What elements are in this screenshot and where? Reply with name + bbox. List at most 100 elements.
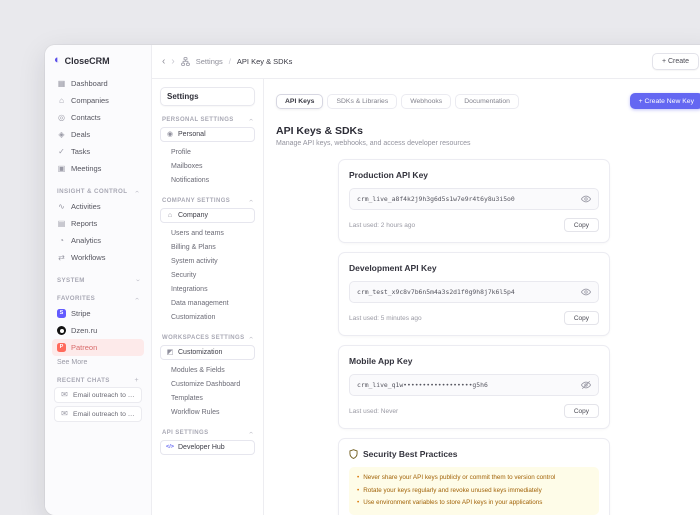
eye-icon[interactable] — [581, 194, 591, 204]
section-label: INSIGHT & CONTROL — [57, 188, 127, 195]
tab-documentation[interactable]: Documentation — [455, 94, 519, 109]
section-label: SYSTEM — [57, 277, 85, 284]
create-new-key-button[interactable]: + Create New Key — [630, 93, 700, 109]
chevron-up-icon: › — [248, 431, 255, 434]
breadcrumb-settings[interactable]: Settings — [196, 57, 223, 66]
add-chat-icon[interactable]: + — [135, 377, 140, 384]
api-key-cards: Production API Key crm_live_a8f4k2j9h3g6… — [338, 159, 610, 515]
favorite-item-patreon[interactable]: P Patreon — [52, 339, 144, 356]
sidebar-item-contacts[interactable]: ◎ Contacts — [52, 109, 144, 126]
settings-item-customization[interactable]: Customization — [160, 310, 255, 324]
recent-chat-label: Email outreach to war... — [73, 392, 136, 399]
settings-item-system-activity[interactable]: System activity — [160, 254, 255, 268]
settings-item-customize-dashboard[interactable]: Customize Dashboard — [160, 377, 255, 391]
settings-item-company[interactable]: ⌂ Company — [160, 208, 255, 223]
sidebar-section-insight-control[interactable]: INSIGHT & CONTROL › — [57, 188, 139, 195]
api-key-value: crm_test_x9c8v7b6n5m4a3s2d1f0g9h8j7k6l5p… — [357, 288, 515, 296]
patreon-icon: P — [57, 343, 66, 352]
see-more-link[interactable]: See More — [52, 356, 144, 366]
copy-button[interactable]: Copy — [564, 218, 599, 232]
copy-button[interactable]: Copy — [564, 311, 599, 325]
bullet-icon: • — [357, 487, 359, 496]
page-subtitle: Manage API keys, webhooks, and access de… — [276, 140, 700, 147]
sidebar-item-tasks[interactable]: ✓ Tasks — [52, 143, 144, 160]
security-tip: • Rotate your keys regularly and revoke … — [357, 487, 591, 496]
tab-webhooks[interactable]: Webhooks — [401, 94, 451, 109]
sidebar-item-meetings[interactable]: ▣ Meetings — [52, 160, 144, 177]
sidebar-item-companies[interactable]: ⌂ Companies — [52, 92, 144, 109]
copy-button[interactable]: Copy — [564, 404, 599, 418]
bullet-icon: • — [357, 499, 359, 508]
person-icon: ◉ — [166, 131, 174, 138]
sidebar-item-analytics[interactable]: ◔ Analytics — [52, 232, 144, 249]
settings-panel: Settings PERSONAL SETTINGS › ◉ Personal … — [152, 79, 264, 515]
shield-icon — [349, 449, 358, 459]
sidebar-item-reports[interactable]: ▤ Reports — [52, 215, 144, 232]
recent-chat-item[interactable]: ✉ Email outreach to war... — [54, 387, 142, 403]
api-key-field[interactable]: crm_test_x9c8v7b6n5m4a3s2d1f0g9h8j7k6l5p… — [349, 281, 599, 303]
settings-item-integrations[interactable]: Integrations — [160, 282, 255, 296]
sidebar-item-dashboard[interactable]: ▦ Dashboard — [52, 75, 144, 92]
back-button[interactable]: ‹ — [162, 57, 165, 67]
tab-api-keys[interactable]: API Keys — [276, 94, 323, 109]
group-label: WORKSPACES SETTINGS — [162, 335, 245, 341]
settings-item-modules-fields[interactable]: Modules & Fields — [160, 363, 255, 377]
settings-item-security[interactable]: Security — [160, 268, 255, 282]
settings-item-billing-plans[interactable]: Billing & Plans — [160, 240, 255, 254]
eye-icon[interactable] — [581, 287, 591, 297]
forward-button[interactable]: › — [171, 57, 174, 67]
chevron-up-icon: › — [248, 118, 255, 121]
settings-item-profile[interactable]: Profile — [160, 145, 255, 159]
settings-group-workspaces[interactable]: WORKSPACES SETTINGS › — [162, 334, 253, 341]
sidebar-item-activities[interactable]: ∿ Activities — [52, 198, 144, 215]
favorite-item-stripe[interactable]: S Stripe — [52, 305, 144, 322]
last-used-label: Last used: 2 hours ago — [349, 222, 415, 229]
breadcrumb-separator: / — [229, 57, 231, 66]
settings-item-developer-hub[interactable]: </> Developer Hub — [160, 440, 255, 455]
eye-off-icon[interactable] — [581, 380, 591, 390]
security-tip-text: Never share your API keys publicly or co… — [363, 474, 555, 483]
app-window: ◐ CloseCRM ▦ Dashboard ⌂ Companies ◎ Con… — [45, 45, 700, 515]
settings-group-api[interactable]: API SETTINGS › — [162, 429, 253, 436]
card-title: Development API Key — [349, 263, 599, 273]
settings-item-personal[interactable]: ◉ Personal — [160, 127, 255, 142]
group-label: COMPANY SETTINGS — [162, 198, 230, 204]
settings-item-data-management[interactable]: Data management — [160, 296, 255, 310]
sidebar-item-deals[interactable]: ◈ Deals — [52, 126, 144, 143]
recent-chat-item[interactable]: ✉ Email outreach to war... — [54, 406, 142, 422]
create-button[interactable]: + Create — [652, 53, 699, 70]
tab-sdks-libraries[interactable]: SDKs & Libraries — [327, 94, 397, 109]
workflow-icon: ⇄ — [57, 254, 66, 262]
card-title: Production API Key — [349, 170, 599, 180]
last-used-label: Last used: Never — [349, 408, 398, 415]
sidebar-item-label: Companies — [71, 96, 109, 105]
calendar-icon: ▣ — [57, 165, 66, 173]
sidebar-section-recent-chats[interactable]: RECENT CHATS + — [57, 377, 139, 384]
api-key-field[interactable]: crm_live_q1w••••••••••••••••••g5h6 — [349, 374, 599, 396]
sidebar-section-system[interactable]: SYSTEM › — [57, 277, 139, 284]
favorite-item-dzen[interactable]: Dzen.ru — [52, 322, 144, 339]
settings-group-personal[interactable]: PERSONAL SETTINGS › — [162, 116, 253, 123]
sidebar-section-favorites[interactable]: FAVORITES › — [57, 295, 139, 302]
app-name: CloseCRM — [65, 56, 110, 66]
settings-item-workflow-rules[interactable]: Workflow Rules — [160, 405, 255, 419]
customize-icon: ◩ — [166, 349, 174, 356]
api-key-field[interactable]: crm_live_a8f4k2j9h3g6d5s1w7e9r4t6y8u3i5o… — [349, 188, 599, 210]
settings-item-mailboxes[interactable]: Mailboxes — [160, 159, 255, 173]
settings-item-notifications[interactable]: Notifications — [160, 173, 255, 187]
chevron-up-icon: › — [248, 199, 255, 202]
security-tips-list: • Never share your API keys publicly or … — [349, 467, 599, 515]
settings-item-label: Customization — [178, 349, 222, 356]
contacts-icon: ◎ — [57, 114, 66, 122]
card-footer: Last used: 5 minutes ago Copy — [349, 311, 599, 325]
settings-item-users-and-teams[interactable]: Users and teams — [160, 226, 255, 240]
stripe-icon: S — [57, 309, 66, 318]
sitemap-icon — [181, 57, 190, 66]
settings-item-templates[interactable]: Templates — [160, 391, 255, 405]
code-icon: </> — [166, 445, 174, 451]
settings-item-customization-parent[interactable]: ◩ Customization — [160, 345, 255, 360]
main-content: API Keys SDKs & Libraries Webhooks Docum… — [264, 79, 700, 515]
settings-group-company[interactable]: COMPANY SETTINGS › — [162, 197, 253, 204]
breadcrumb-page: API Key & SDKs — [237, 57, 292, 66]
sidebar-item-workflows[interactable]: ⇄ Workflows — [52, 249, 144, 266]
